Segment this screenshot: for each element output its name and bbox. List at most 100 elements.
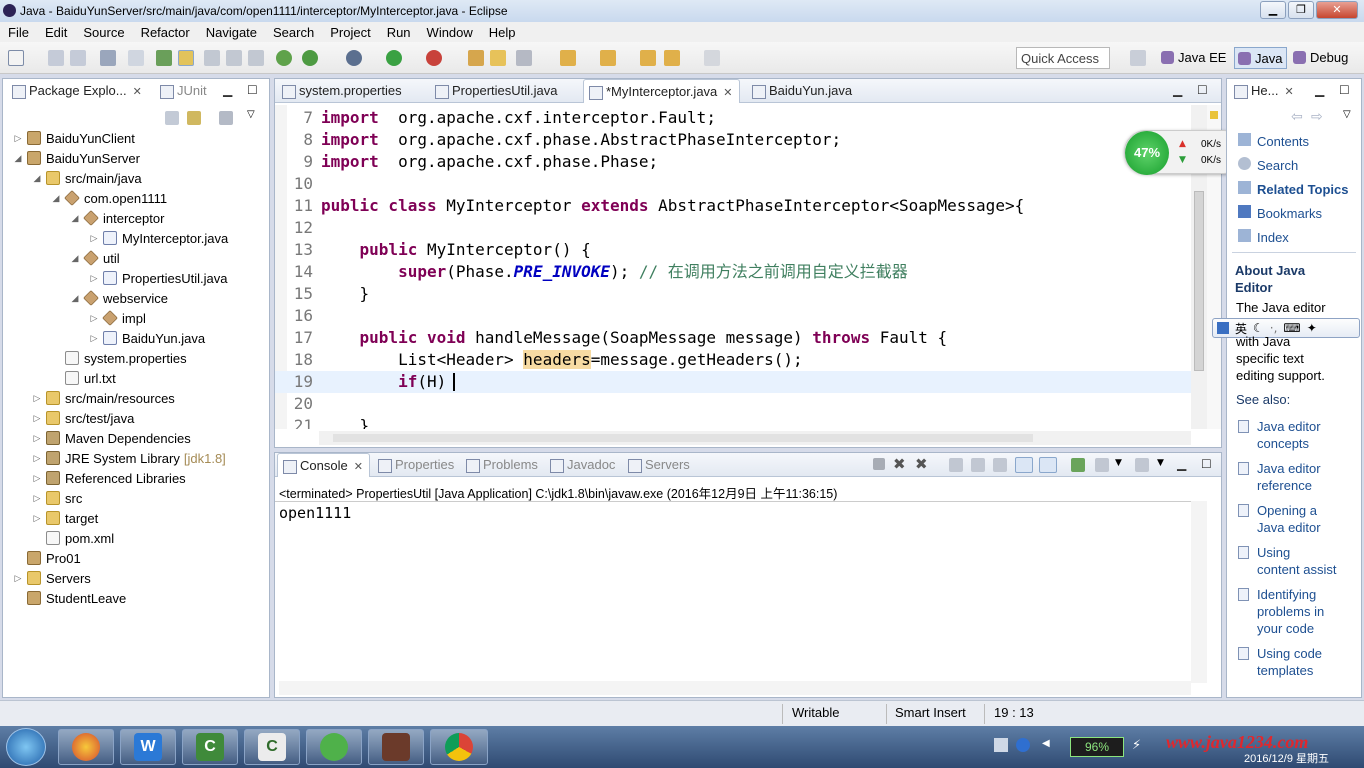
tree-item[interactable]: ▷ Servers xyxy=(13,568,91,588)
tree-item[interactable]: ▷ Referenced Libraries xyxy=(32,468,186,488)
tree-twisty-icon[interactable]: ▷ xyxy=(32,493,42,504)
console-horizontal-scrollbar[interactable] xyxy=(279,681,1191,695)
help-see-also-link[interactable]: Java editor xyxy=(1257,418,1321,435)
minimize-editor-icon[interactable]: ▁ xyxy=(1173,83,1182,97)
help-back-icon[interactable]: ⇦ xyxy=(1291,109,1303,125)
editor-horizontal-scrollbar[interactable] xyxy=(319,431,1191,445)
tab-system-properties[interactable]: system.properties xyxy=(277,79,408,103)
tree-item[interactable]: pom.xml xyxy=(32,528,114,548)
console-output[interactable]: open1111 xyxy=(275,501,1205,683)
tree-item[interactable]: ▷ target xyxy=(32,508,99,528)
show-whitespace-icon[interactable] xyxy=(226,50,242,66)
tree-twisty-icon[interactable]: ◢ xyxy=(70,213,80,224)
tab-problems[interactable]: Problems xyxy=(461,453,544,477)
maximize-view-icon[interactable]: ☐ xyxy=(247,83,258,97)
tab-console[interactable]: Console ✕ xyxy=(277,453,370,477)
prev-annotation-icon[interactable] xyxy=(600,50,616,66)
menu-help[interactable]: Help xyxy=(481,25,524,40)
menu-source[interactable]: Source xyxy=(75,25,132,40)
help-link-search[interactable]: Search xyxy=(1257,157,1298,174)
open-console-dropdown-icon[interactable]: ▼ xyxy=(1157,458,1164,468)
help-see-also-link[interactable]: concepts xyxy=(1257,435,1309,452)
view-menu-icon[interactable]: ▽ xyxy=(247,109,255,120)
help-see-also-link[interactable]: templates xyxy=(1257,662,1313,679)
taskbar-item-word[interactable]: W xyxy=(120,729,176,765)
show-stderr-icon[interactable] xyxy=(1039,457,1057,473)
close-tab-icon[interactable]: ✕ xyxy=(1284,86,1293,98)
tab-servers[interactable]: Servers xyxy=(623,453,696,477)
console-vertical-scrollbar[interactable] xyxy=(1191,501,1207,683)
code-area[interactable]: 7 import org.apache.cxf.interceptor.Fault… xyxy=(275,107,1195,429)
maximize-button[interactable]: ❐ xyxy=(1288,1,1314,19)
link-editor-icon[interactable] xyxy=(187,111,201,125)
tray-network-icon[interactable] xyxy=(994,738,1008,752)
perspective-java-ee[interactable]: Java EE xyxy=(1158,47,1230,69)
tab-propertiesutil-java[interactable]: PropertiesUtil.java xyxy=(430,79,564,103)
taskbar-item-camtasia[interactable]: C xyxy=(182,729,238,765)
tab-myinterceptor-java[interactable]: *MyInterceptor.java ✕ xyxy=(583,79,740,103)
tree-item[interactable]: Pro01 xyxy=(13,548,81,568)
tab-help[interactable]: He... ✕ xyxy=(1229,79,1300,103)
open-console-icon[interactable] xyxy=(1135,458,1149,472)
maximize-help-icon[interactable]: ☐ xyxy=(1339,83,1350,97)
collapse-all-icon[interactable] xyxy=(165,111,179,125)
filter-icon[interactable] xyxy=(219,111,233,125)
tree-item[interactable]: ◢ webservice xyxy=(70,288,168,308)
ime-settings-icon[interactable]: ✦ xyxy=(1307,321,1317,335)
forward-icon[interactable] xyxy=(704,50,720,66)
help-menu-icon[interactable]: ▽ xyxy=(1343,109,1351,120)
tree-item[interactable]: ◢ BaiduYunServer xyxy=(13,148,140,168)
tree-item[interactable]: system.properties xyxy=(51,348,187,368)
tree-item[interactable]: ◢ interceptor xyxy=(70,208,164,228)
tree-twisty-icon[interactable]: ▷ xyxy=(13,133,23,144)
external-tools-icon[interactable] xyxy=(426,50,442,66)
debug-icon[interactable] xyxy=(346,50,362,66)
maximize-console-icon[interactable]: ☐ xyxy=(1201,457,1212,471)
maximize-editor-icon[interactable]: ☐ xyxy=(1197,83,1208,97)
print-icon[interactable] xyxy=(100,50,116,66)
taskbar-item-browser[interactable] xyxy=(58,729,114,765)
word-wrap-console-icon[interactable] xyxy=(993,458,1007,472)
help-see-also-link[interactable]: Using code xyxy=(1257,645,1322,662)
tree-item[interactable]: ◢ util xyxy=(70,248,120,268)
highlight-icon[interactable] xyxy=(178,50,194,66)
help-see-also-link[interactable]: content assist xyxy=(1257,561,1337,578)
tree-item[interactable]: ▷ src/main/resources xyxy=(32,388,175,408)
tab-properties[interactable]: Properties xyxy=(373,453,460,477)
help-link-contents[interactable]: Contents xyxy=(1257,133,1309,150)
terminate-icon[interactable] xyxy=(873,458,885,470)
menu-navigate[interactable]: Navigate xyxy=(198,25,265,40)
tree-twisty-icon[interactable]: ▷ xyxy=(89,233,99,244)
tree-item[interactable]: ▷ PropertiesUtil.java xyxy=(89,268,228,288)
menu-search[interactable]: Search xyxy=(265,25,322,40)
tree-twisty-icon[interactable]: ▷ xyxy=(13,573,23,584)
tree-item[interactable]: ▷ src xyxy=(32,488,83,508)
tree-twisty-icon[interactable]: ◢ xyxy=(70,293,80,304)
tray-power-icon[interactable]: ⚡ xyxy=(1132,738,1141,753)
tree-twisty-icon[interactable]: ◢ xyxy=(32,173,42,184)
help-see-also-link[interactable]: Identifying xyxy=(1257,586,1316,603)
memory-percent-badge[interactable]: 47% xyxy=(1125,131,1169,175)
tree-item[interactable]: ◢ src/main/java xyxy=(32,168,142,188)
help-link-related-topics[interactable]: Related Topics xyxy=(1257,181,1349,198)
block-select-icon[interactable] xyxy=(204,50,220,66)
search-icon[interactable] xyxy=(516,50,532,66)
tree-item[interactable]: ▷ BaiduYun.java xyxy=(89,328,206,348)
help-link-index[interactable]: Index xyxy=(1257,229,1289,246)
tab-javadoc[interactable]: Javadoc xyxy=(545,453,621,477)
tree-twisty-icon[interactable]: ▷ xyxy=(32,393,42,404)
taskbar-item-camtasia-2[interactable]: C xyxy=(244,729,300,765)
help-see-also-link[interactable]: your code xyxy=(1257,620,1314,637)
tree-item[interactable]: url.txt xyxy=(51,368,116,388)
last-edit-icon[interactable] xyxy=(640,50,656,66)
menu-file[interactable]: File xyxy=(0,25,37,40)
help-see-also-link[interactable]: problems in xyxy=(1257,603,1324,620)
start-button[interactable] xyxy=(6,728,46,766)
tree-twisty-icon[interactable]: ◢ xyxy=(13,153,23,164)
tree-item[interactable]: ▷ JRE System Library [jdk1.8] xyxy=(32,448,226,468)
remove-launch-icon[interactable]: ✖ xyxy=(893,455,906,473)
tree-twisty-icon[interactable]: ▷ xyxy=(89,313,99,324)
display-console-icon[interactable] xyxy=(1095,458,1109,472)
new-java-project-icon[interactable] xyxy=(468,50,484,66)
run-icon[interactable] xyxy=(386,50,402,66)
